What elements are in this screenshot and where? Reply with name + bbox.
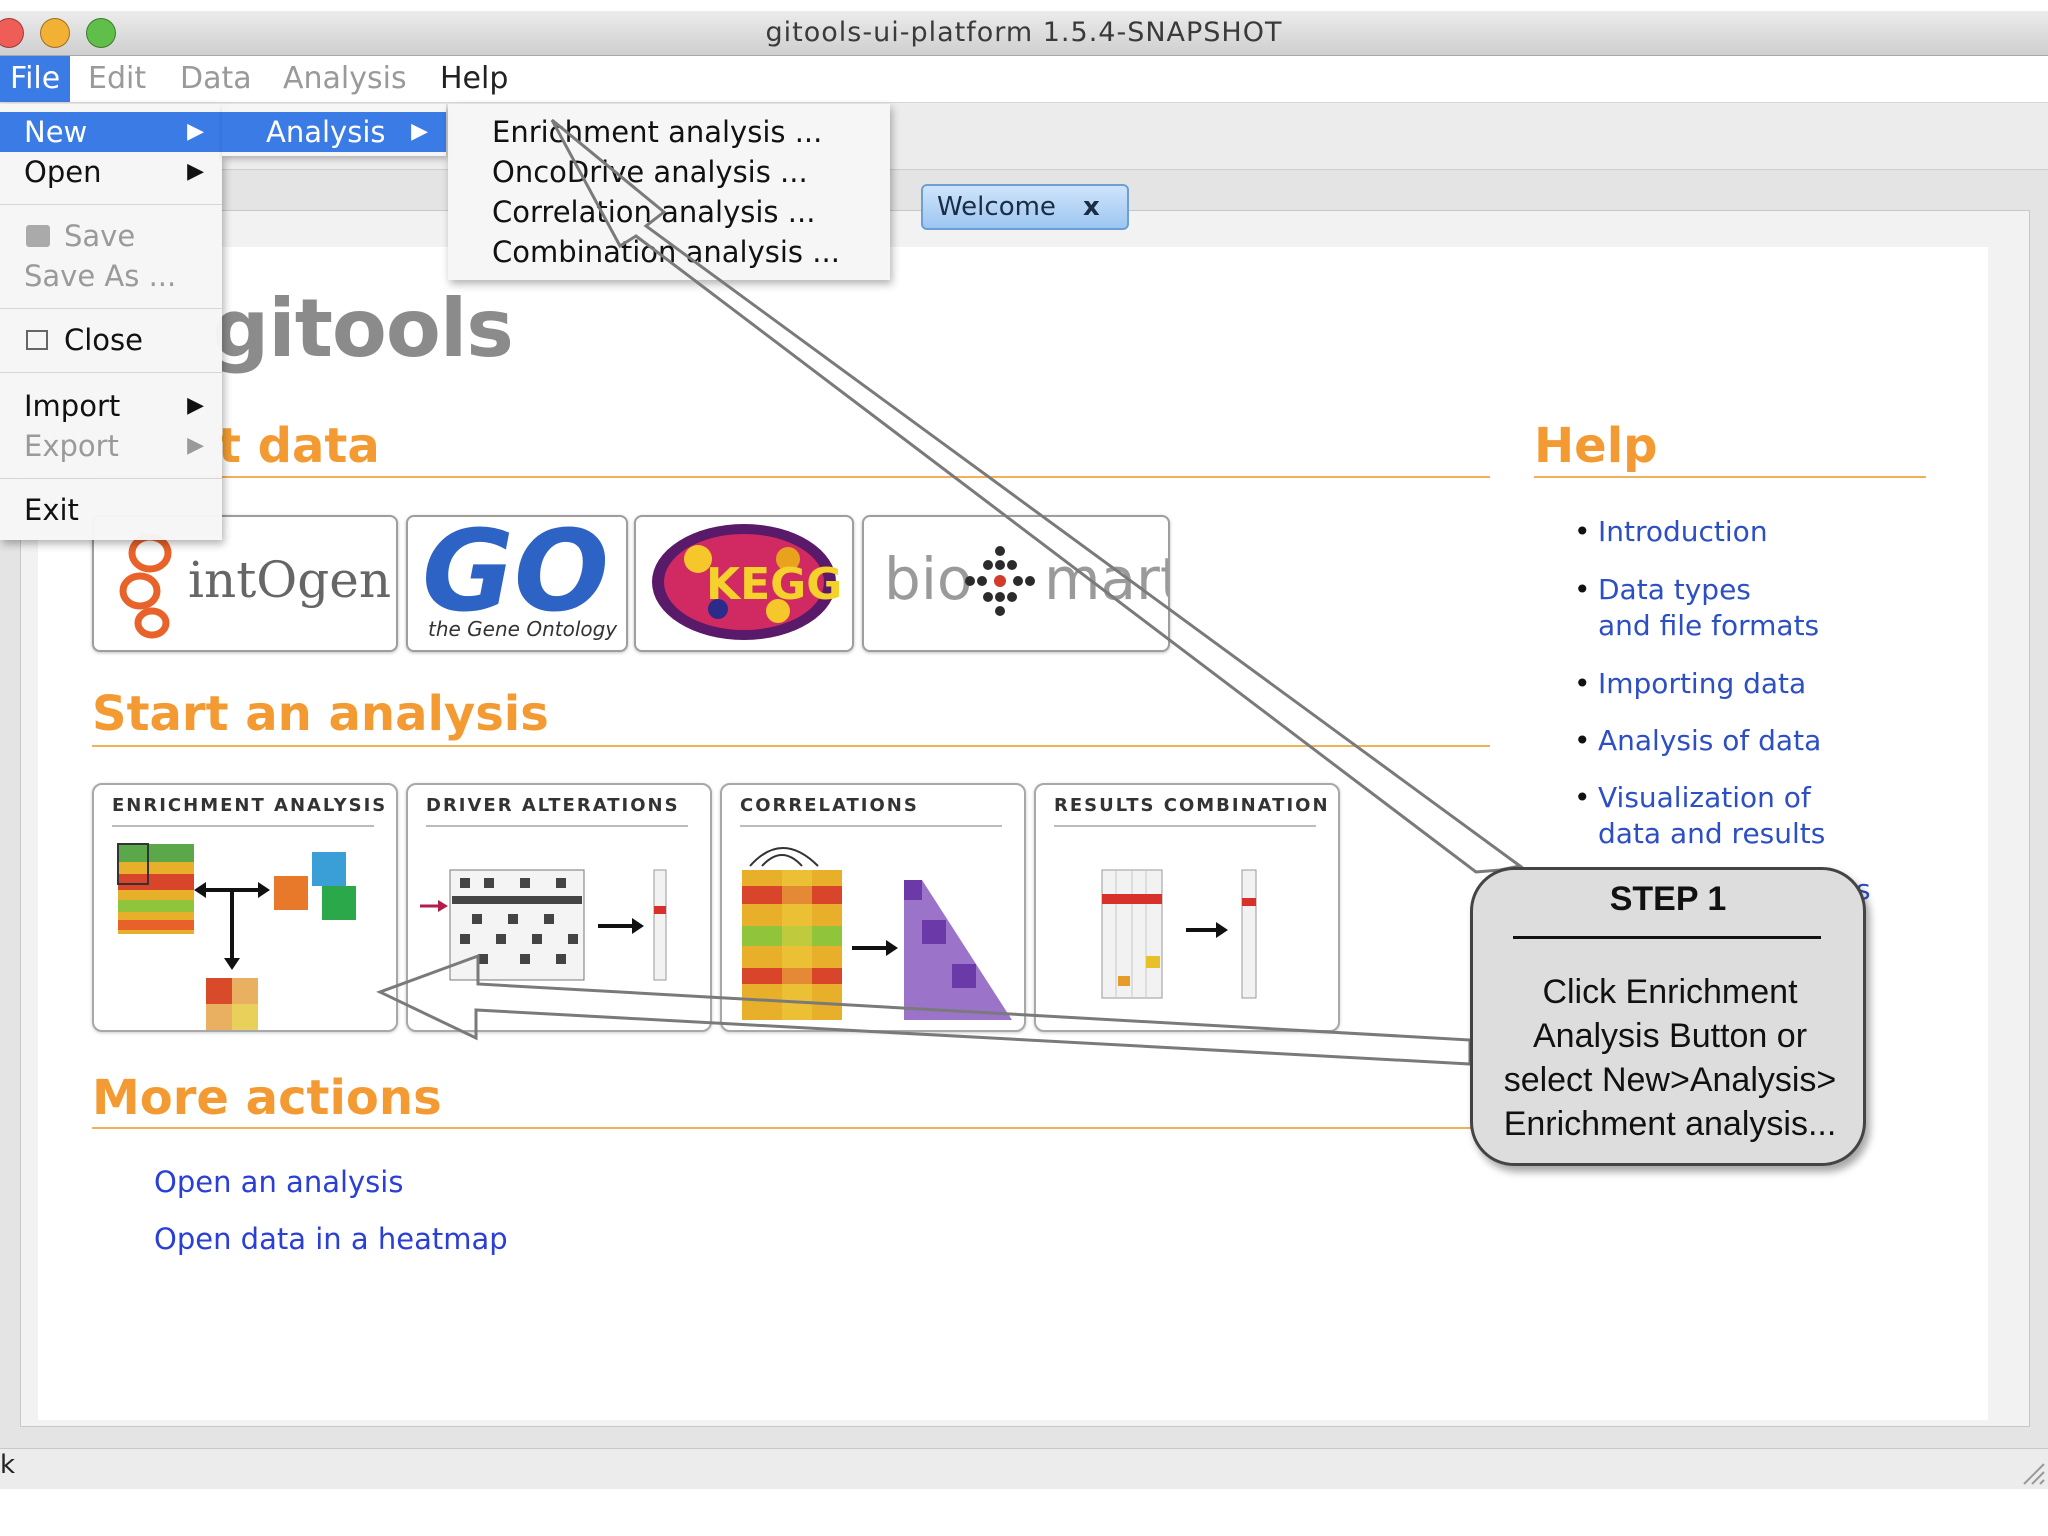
driver-alterations-title: Driver Alterations — [426, 795, 680, 816]
menu-data[interactable]: Data — [170, 56, 262, 102]
new-submenu: Analysis ▶ — [222, 104, 446, 156]
menu-item-label: New — [24, 115, 88, 149]
intogen-logo-icon — [119, 533, 172, 639]
menu-item-combination-analysis[interactable]: Combination analysis ... — [492, 232, 840, 272]
help-link-label: Data types — [1598, 573, 1751, 606]
results-combination-title: Results combination — [1054, 795, 1330, 816]
correlations-button[interactable]: Correlations — [720, 783, 1026, 1032]
bullet-icon: • — [1574, 724, 1591, 757]
submenu-arrow-icon: ▶ — [187, 433, 204, 458]
menu-item-label: Analysis — [266, 115, 386, 149]
callout-line: Click Enrichment — [1542, 973, 1798, 1011]
file-menu: New ▶ Open ▶ Save Save As ... Close Impo… — [0, 104, 222, 540]
tab-welcome-label: Welcome — [937, 192, 1056, 222]
tab-close-icon[interactable]: x — [1083, 186, 1100, 228]
callout-divider — [1513, 936, 1821, 939]
menu-item-label: Import — [24, 389, 121, 423]
results-combination-button[interactable]: Results combination — [1034, 783, 1340, 1032]
status-bar — [0, 1448, 2048, 1489]
bullet-icon: • — [1574, 573, 1591, 606]
menu-item-exit[interactable]: Exit — [0, 490, 222, 530]
tab-welcome[interactable]: Welcome x — [921, 184, 1129, 230]
section-rule — [92, 1127, 1490, 1129]
section-more-actions-title: More actions — [92, 1070, 442, 1126]
enrichment-analysis-title: Enrichment Analysis — [112, 795, 388, 816]
status-text: k — [0, 1450, 16, 1480]
menu-item-new[interactable]: New ▶ — [0, 112, 222, 152]
section-rule — [1534, 476, 1926, 478]
help-link-label-line2: data and results — [1598, 817, 1826, 850]
section-rule — [92, 745, 1490, 747]
menu-item-analysis[interactable]: Analysis ▶ — [222, 112, 446, 152]
menu-item-save: Save — [0, 216, 222, 256]
submenu-arrow-icon: ▶ — [187, 119, 204, 144]
help-link-label: Introduction — [1598, 515, 1768, 548]
enrichment-analysis-icon — [117, 843, 356, 1030]
menu-item-save-as: Save As ... — [0, 256, 222, 296]
driver-alterations-button[interactable]: Driver Alterations — [406, 783, 712, 1032]
open-heatmap-link[interactable]: Open data in a heatmap — [154, 1222, 508, 1256]
bullet-icon: • — [1574, 515, 1591, 548]
menu-item-label: Save — [64, 219, 136, 253]
submenu-arrow-icon: ▶ — [411, 119, 428, 144]
menu-item-export: Export ▶ — [0, 426, 222, 466]
menu-analysis[interactable]: Analysis — [273, 56, 417, 102]
menu-item-oncodrive-analysis[interactable]: OncoDrive analysis ... — [492, 152, 808, 192]
intogen-label: intOgen — [188, 551, 392, 609]
correlations-title: Correlations — [740, 795, 919, 816]
section-rule — [92, 476, 1490, 478]
menu-item-label: Export — [24, 429, 119, 463]
callout-text: Click Enrichment Analysis Button or sele… — [1478, 970, 1862, 1146]
close-file-icon — [26, 330, 48, 350]
submenu-arrow-icon: ▶ — [187, 393, 204, 418]
menu-item-label: Save As ... — [24, 259, 177, 293]
biomart-button[interactable]: bio mart — [862, 515, 1170, 652]
gitools-logo: gitools — [212, 282, 514, 375]
go-subtitle: the Gene Ontology — [428, 617, 618, 641]
section-help-title: Help — [1534, 418, 1658, 474]
menu-edit[interactable]: Edit — [78, 56, 156, 102]
open-analysis-link[interactable]: Open an analysis — [154, 1165, 403, 1199]
callout-title: STEP 1 — [1609, 880, 1727, 918]
kegg-logo-text: KEGG — [706, 559, 842, 610]
menu-item-label: Close — [64, 323, 143, 357]
menu-item-enrichment-analysis[interactable]: Enrichment analysis ... — [492, 112, 822, 152]
enrichment-analysis-button[interactable]: Enrichment Analysis — [92, 783, 398, 1032]
menu-file[interactable]: File — [0, 56, 71, 102]
callout-line: select New>Analysis> — [1503, 1061, 1837, 1099]
biomart-label-right: mart — [1044, 545, 1170, 613]
results-combination-icon — [1101, 869, 1257, 999]
help-link-label-line2: and file formats — [1598, 609, 1820, 642]
menu-item-open[interactable]: Open ▶ — [0, 152, 222, 192]
help-link-label: Visualization of — [1598, 781, 1811, 814]
analysis-submenu: Enrichment analysis ... OncoDrive analys… — [448, 104, 890, 280]
menu-item-correlation-analysis[interactable]: Correlation analysis ... — [492, 192, 815, 232]
section-import-data-title: t data — [218, 418, 380, 474]
help-link-label: Importing data — [1598, 667, 1807, 700]
help-link-label: Analysis of data — [1598, 724, 1822, 757]
save-icon — [26, 225, 50, 247]
bullet-icon: • — [1574, 667, 1591, 700]
menu-help[interactable]: Help — [430, 56, 518, 102]
menu-item-label: Exit — [24, 493, 79, 527]
resize-grip-icon[interactable] — [2018, 1458, 2046, 1486]
callout-line: Analysis Button or — [1532, 1017, 1808, 1055]
go-button[interactable]: GO the Gene Ontology — [406, 515, 628, 652]
biomart-dots-icon — [965, 546, 1035, 616]
window-title: gitools-ui-platform 1.5.4-SNAPSHOT — [765, 17, 1283, 48]
kegg-button[interactable]: KEGG — [634, 515, 854, 652]
submenu-arrow-icon: ▶ — [187, 159, 204, 184]
menu-item-label: Open — [24, 155, 102, 189]
menu-item-import[interactable]: Import ▶ — [0, 386, 222, 426]
driver-alterations-icon — [420, 869, 667, 981]
kegg-logo-icon: KEGG — [652, 524, 842, 640]
callout-line: Enrichment analysis... — [1503, 1105, 1837, 1143]
menu-item-close[interactable]: Close — [0, 320, 222, 360]
section-start-analysis-title: Start an analysis — [92, 686, 549, 742]
correlations-icon — [742, 847, 1012, 1020]
bullet-icon: • — [1574, 781, 1591, 814]
